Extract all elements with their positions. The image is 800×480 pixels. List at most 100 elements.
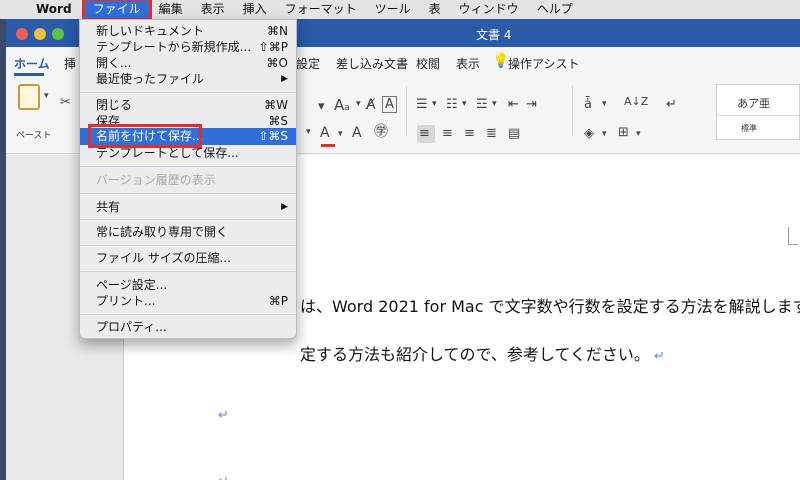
menu-item-label: 共有 xyxy=(96,200,121,214)
menu-item-reduce-file-size[interactable]: ファイル サイズの圧縮... xyxy=(80,250,296,267)
menu-help[interactable]: ヘルプ xyxy=(528,0,582,19)
phonetic-guide-icon[interactable]: A xyxy=(352,126,362,140)
document-title: 文書 4 xyxy=(476,28,512,42)
menu-item-open-read-only[interactable]: 常に読み取り専用で開く xyxy=(80,224,296,241)
menu-item-recent-files[interactable]: 最近使ったファイル ▶ xyxy=(80,71,296,88)
shading-dropdown-icon[interactable]: ▾ xyxy=(602,130,607,139)
multilevel-dropdown-icon[interactable]: ▾ xyxy=(492,100,497,109)
paragraph-mark: ↵ xyxy=(653,349,665,364)
borders-icon[interactable]: ⊞ xyxy=(618,126,629,139)
bullets-icon[interactable]: ☰ xyxy=(416,98,428,111)
menu-item-label: プロパティ... xyxy=(96,320,167,334)
font-color-icon[interactable]: A xyxy=(320,126,330,140)
file-menu-dropdown: 新しいドキュメント ⌘N テンプレートから新規作成... ⇧⌘P 開く... ⌘O 最… xyxy=(79,19,297,339)
menu-item-label: 常に読み取り専用で開く xyxy=(96,225,229,239)
menu-separator xyxy=(80,193,296,194)
shortcut-label: ⌘P xyxy=(268,294,288,308)
menu-separator xyxy=(80,245,296,246)
menu-format[interactable]: フォーマット xyxy=(276,0,366,19)
menu-item-label: テンプレートから新規作成... xyxy=(96,40,252,54)
menu-item-label: テンプレートとして保存... xyxy=(96,146,239,160)
close-window-button[interactable] xyxy=(16,28,28,40)
align-center-icon[interactable]: ≡ xyxy=(442,127,453,140)
menu-item-open[interactable]: 開く... ⌘O xyxy=(80,55,296,72)
menu-edit[interactable]: 編集 xyxy=(150,0,192,19)
menu-item-page-setup[interactable]: ページ設定... xyxy=(80,277,296,294)
shortcut-label: ⌘O xyxy=(266,56,288,70)
menu-item-share[interactable]: 共有 ▶ xyxy=(80,199,296,216)
menu-separator xyxy=(80,219,296,220)
maximize-window-button[interactable] xyxy=(52,28,64,40)
tab-layout[interactable]: 設定 xyxy=(296,55,320,72)
tab-review[interactable]: 校閲 xyxy=(416,55,440,72)
increase-indent-icon[interactable]: ⇥ xyxy=(526,98,537,111)
paste-icon[interactable] xyxy=(18,84,40,110)
paste-dropdown-icon[interactable]: ▾ xyxy=(44,92,49,101)
style-name: 標準 xyxy=(741,124,757,133)
tab-mailings[interactable]: 差し込み文書 xyxy=(336,55,408,72)
document-line-1: は、Word 2021 for Mac で文字数や行数を設定する方法を解説します xyxy=(300,293,800,317)
menu-separator xyxy=(80,166,296,167)
highlight-annotation-box xyxy=(88,124,202,148)
tab-insert[interactable]: 挿 xyxy=(64,55,76,72)
menu-item-version-history: バージョン履歴の表示 xyxy=(80,172,296,189)
menu-item-properties[interactable]: プロパティ... xyxy=(80,319,296,336)
style-sample: あア亜 xyxy=(737,97,770,110)
clear-formatting-icon[interactable]: A̸ xyxy=(366,98,376,112)
numbering-icon[interactable]: ☷ xyxy=(446,98,458,111)
menu-table[interactable]: 表 xyxy=(420,0,450,19)
justify-icon[interactable]: ≣ xyxy=(486,127,497,140)
change-case-dropdown-icon[interactable]: ▾ xyxy=(356,100,361,109)
menu-item-label: 閉じる xyxy=(96,98,133,112)
document-line-2: 定する方法も紹介してので、参考してください。 ↵ xyxy=(300,341,665,365)
menu-item-new-document[interactable]: 新しいドキュメント ⌘N xyxy=(80,23,296,40)
numbering-dropdown-icon[interactable]: ▾ xyxy=(462,100,467,109)
paragraph-mark: ↵ xyxy=(218,408,229,423)
sort-icon[interactable]: A↓Z xyxy=(624,96,648,107)
multilevel-list-icon[interactable]: ☲ xyxy=(476,98,488,111)
menu-tools[interactable]: ツール xyxy=(366,0,420,19)
decrease-indent-icon[interactable]: ⇤ xyxy=(508,98,519,111)
enclose-character-icon[interactable]: ㊫ xyxy=(374,125,388,139)
menu-window[interactable]: ウィンドウ xyxy=(450,0,528,19)
menu-view[interactable]: 表示 xyxy=(192,0,234,19)
text-direction-dropdown-icon[interactable]: ▾ xyxy=(602,100,607,109)
cut-icon[interactable]: ✂ xyxy=(60,96,71,109)
menu-app-word[interactable]: Word xyxy=(32,0,84,19)
tab-view[interactable]: 表示 xyxy=(456,55,480,72)
menu-item-print[interactable]: プリント... ⌘P xyxy=(80,293,296,310)
menu-item-new-from-template[interactable]: テンプレートから新規作成... ⇧⌘P xyxy=(80,39,296,56)
ribbon-separator xyxy=(406,86,407,136)
active-tab-indicator xyxy=(14,73,44,76)
menu-item-label: 最近使ったファイル xyxy=(96,72,205,86)
borders-dropdown-icon[interactable]: ▾ xyxy=(636,130,641,139)
submenu-arrow-icon: ▶ xyxy=(281,74,288,84)
style-normal[interactable]: あア亜 標準 xyxy=(716,84,800,140)
tab-home[interactable]: ホーム xyxy=(14,55,50,72)
menu-insert[interactable]: 挿入 xyxy=(234,0,276,19)
paragraph-mark-icon[interactable]: ↵ xyxy=(666,98,677,111)
align-right-icon[interactable]: ≡ xyxy=(464,127,475,140)
highlight-dropdown-icon[interactable]: ▾ xyxy=(306,128,311,137)
bullets-dropdown-icon[interactable]: ▾ xyxy=(432,100,437,109)
menu-item-close[interactable]: 閉じる ⌘W xyxy=(80,97,296,114)
menu-separator xyxy=(80,271,296,272)
lightbulb-icon: 💡 xyxy=(492,53,510,69)
menu-separator xyxy=(80,314,296,315)
font-color-dropdown-icon[interactable]: ▾ xyxy=(338,130,343,139)
margin-corner-mark xyxy=(788,227,798,245)
document-line-1-text: は、Word 2021 for Mac で文字数や行数を設定する方法を解説します xyxy=(300,297,800,316)
menu-item-label: ファイル サイズの圧縮... xyxy=(96,251,231,265)
text-direction-icon[interactable]: ǡ xyxy=(584,98,592,111)
align-left-icon[interactable]: ≡ xyxy=(419,127,430,140)
menu-separator xyxy=(80,92,296,93)
font-size-dropdown-icon[interactable]: ▾ xyxy=(318,100,325,113)
distributed-icon[interactable]: ▤ xyxy=(508,127,520,140)
character-border-icon[interactable]: A xyxy=(382,96,397,113)
submenu-arrow-icon: ▶ xyxy=(281,202,288,212)
change-case-icon[interactable]: Aa xyxy=(334,98,350,113)
shading-icon[interactable]: ◈ xyxy=(584,127,594,140)
minimize-window-button[interactable] xyxy=(34,28,46,40)
menu-file[interactable]: ファイル xyxy=(81,0,152,21)
tab-tell-me[interactable]: 操作アシスト xyxy=(508,55,580,72)
